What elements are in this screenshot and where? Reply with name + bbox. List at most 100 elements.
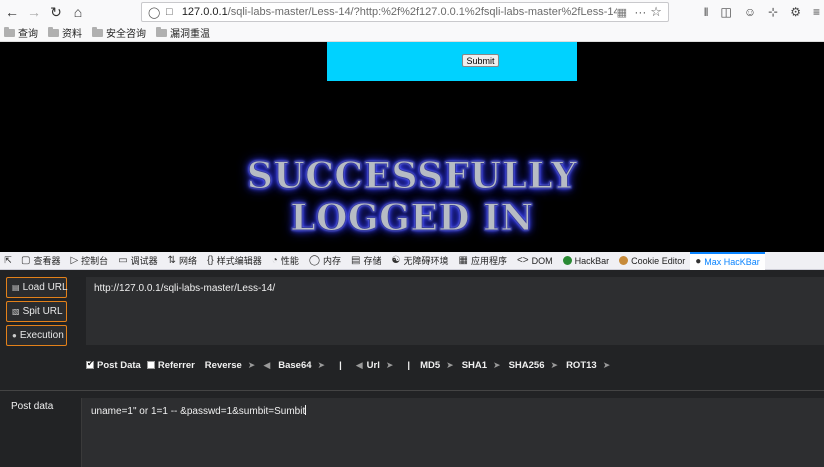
tab-network[interactable]: ⇅ 网络 xyxy=(163,252,202,270)
page-info-icon[interactable]: □ xyxy=(166,6,182,18)
bookmark-item[interactable]: 安全咨询 xyxy=(92,25,146,40)
success-line-1: SUCCESSFULLY xyxy=(246,155,578,198)
base64-label[interactable]: Base64 xyxy=(278,360,311,371)
rot13-label[interactable]: ROT13 xyxy=(566,360,597,371)
home-icon[interactable]: ⌂ xyxy=(68,2,88,22)
login-form-box: Submit xyxy=(327,42,577,81)
account-icon[interactable]: ☺ xyxy=(744,5,756,19)
tab-inspector[interactable]: ▢ 查看器 xyxy=(16,252,65,270)
encode-arrow-icon[interactable]: ➤ xyxy=(493,360,500,371)
tab-label: 性能 xyxy=(280,256,299,266)
application-icon: ▦ xyxy=(458,255,468,266)
decode-arrow-icon[interactable]: ◀ xyxy=(263,360,270,371)
tab-cookie-editor[interactable]: Cookie Editor xyxy=(614,252,690,270)
tab-label: 存储 xyxy=(363,256,382,266)
shield-icon[interactable]: ◯ xyxy=(148,6,160,19)
separator: | xyxy=(407,359,411,371)
page-actions-icon[interactable]: ··· xyxy=(634,5,650,19)
performance-icon: ◔ xyxy=(271,255,278,266)
tab-label: 样式编辑器 xyxy=(216,256,262,266)
split-icon: ▧ xyxy=(12,307,20,316)
tab-hackbar[interactable]: HackBar xyxy=(558,252,615,270)
max-hackbar-icon: ● xyxy=(695,256,702,267)
tab-label: 内存 xyxy=(323,256,342,266)
menu-icon[interactable]: ≡ xyxy=(813,5,820,19)
url-text[interactable]: 127.0.0.1/sqli-labs-master/Less-14/?http… xyxy=(182,6,617,18)
sidebar-icon[interactable]: ◫ xyxy=(721,5,732,19)
bookmark-label: 查询 xyxy=(18,29,38,40)
execution-button[interactable]: ● Execution xyxy=(6,325,67,346)
bookmark-star-icon[interactable]: ☆ xyxy=(650,4,668,20)
tab-label: 查看器 xyxy=(33,256,61,266)
tab-console[interactable]: ▷ 控制台 xyxy=(65,252,113,270)
referrer-checkbox[interactable] xyxy=(146,361,155,369)
tab-storage[interactable]: ▤ 存储 xyxy=(346,252,386,270)
md5-label[interactable]: MD5 xyxy=(420,360,440,371)
screenshot-icon[interactable]: ⊹ xyxy=(768,5,778,19)
submit-button[interactable]: Submit xyxy=(462,54,499,67)
hackbar-icon xyxy=(562,256,572,265)
sha1-label[interactable]: SHA1 xyxy=(462,360,487,371)
encode-arrow-icon[interactable]: ➤ xyxy=(446,360,453,371)
post-data-value: uname=1" or 1=1 -- &passwd=1&sumbit=Sumb… xyxy=(91,406,306,417)
button-label: Load URL xyxy=(22,282,68,293)
forward-icon[interactable]: → xyxy=(24,2,44,22)
back-icon[interactable]: ← xyxy=(2,2,22,22)
post-data-label[interactable]: Post Data xyxy=(97,360,141,371)
encode-arrow-icon[interactable]: ➤ xyxy=(551,360,558,371)
encode-arrow-icon[interactable]: ➤ xyxy=(603,360,610,371)
reload-icon[interactable]: ↻ xyxy=(46,2,66,22)
hackbar-options-row: Post Data Referrer Reverse ➤ ◀ Base64 ➤ … xyxy=(86,358,824,372)
text-cursor xyxy=(305,405,307,415)
split-url-button[interactable]: ▧ Spit URL xyxy=(6,301,67,322)
url-textarea[interactable]: http://127.0.0.1/sqli-labs-master/Less-1… xyxy=(86,277,824,345)
dom-icon: <> xyxy=(516,255,529,266)
qr-code-icon[interactable]: ▦ xyxy=(617,6,635,19)
panel-divider xyxy=(0,390,824,391)
cookie-icon xyxy=(619,256,629,265)
reverse-label[interactable]: Reverse xyxy=(205,360,242,371)
encode-arrow-icon[interactable]: ➤ xyxy=(318,360,325,371)
library-icon[interactable]: ‖ xyxy=(704,5,709,19)
tab-accessibility[interactable]: ☯ 无障碍环境 xyxy=(387,252,454,270)
referrer-label[interactable]: Referrer xyxy=(158,360,195,371)
load-url-button[interactable]: ▤ Load URL xyxy=(6,277,68,298)
tab-max-hackbar[interactable]: ● Max HacKBar xyxy=(690,251,765,270)
devtools-tab-bar: ⇱ ▢ 查看器 ▷ 控制台 ▭ 调试器 ⇅ 网络 {} 样式编辑器 ◔ 性能 ◯ 内存 ▤ 存储… xyxy=(0,251,824,270)
button-label: Execution xyxy=(19,330,64,341)
address-bar[interactable]: ◯ □ 127.0.0.1/sqli-labs-master/Less-14/?… xyxy=(141,2,669,22)
url-label[interactable]: Url xyxy=(367,360,380,371)
decode-arrow-icon[interactable]: ◀ xyxy=(356,360,363,371)
bookmark-label: 漏洞重温 xyxy=(170,29,210,40)
bookmark-item[interactable]: 资料 xyxy=(48,25,82,40)
browser-toolbar: ← → ↻ ⌂ ◯ □ 127.0.0.1/sqli-labs-master/L… xyxy=(0,0,824,24)
load-icon: ▤ xyxy=(12,283,20,292)
post-data-textarea[interactable]: uname=1" or 1=1 -- &passwd=1&sumbit=Sumb… xyxy=(81,398,824,467)
sha256-label[interactable]: SHA256 xyxy=(509,360,545,371)
bookmark-item[interactable]: 漏洞重温 xyxy=(156,25,210,40)
tab-memory[interactable]: ◯ 内存 xyxy=(304,252,346,270)
encode-arrow-icon[interactable]: ➤ xyxy=(248,360,255,371)
separator: | xyxy=(339,359,342,371)
tab-dom[interactable]: <> DOM xyxy=(512,252,558,270)
folder-icon xyxy=(4,26,15,37)
tab-style-editor[interactable]: {} 样式编辑器 xyxy=(202,252,267,270)
tab-label: DOM xyxy=(531,255,553,266)
url-path: /sqli-labs-master/Less-14/?http:%2f%2f12… xyxy=(227,6,617,18)
extension-icon[interactable]: ⚙ xyxy=(790,5,801,19)
folder-icon xyxy=(92,26,103,37)
bookmark-item[interactable]: 查询 xyxy=(4,25,38,40)
folder-icon xyxy=(48,26,59,37)
element-picker-icon[interactable]: ⇱ xyxy=(0,252,16,270)
success-banner: SUCCESSFULLY LOGGED IN xyxy=(0,155,824,240)
page-viewport: Submit SUCCESSFULLY LOGGED IN xyxy=(0,42,824,252)
url-host: 127.0.0.1 xyxy=(181,6,228,18)
toolbar-right-icons: ‖ ◫ ☺ ⊹ ⚙ ≡ xyxy=(704,2,820,22)
tab-application[interactable]: ▦ 应用程序 xyxy=(454,252,512,270)
encode-arrow-icon[interactable]: ➤ xyxy=(386,360,393,371)
tab-debugger[interactable]: ▭ 调试器 xyxy=(113,252,162,270)
network-icon: ⇅ xyxy=(167,255,177,266)
tab-performance[interactable]: ◔ 性能 xyxy=(267,252,304,270)
tab-label: HackBar xyxy=(574,255,610,266)
post-data-checkbox[interactable] xyxy=(86,359,94,369)
